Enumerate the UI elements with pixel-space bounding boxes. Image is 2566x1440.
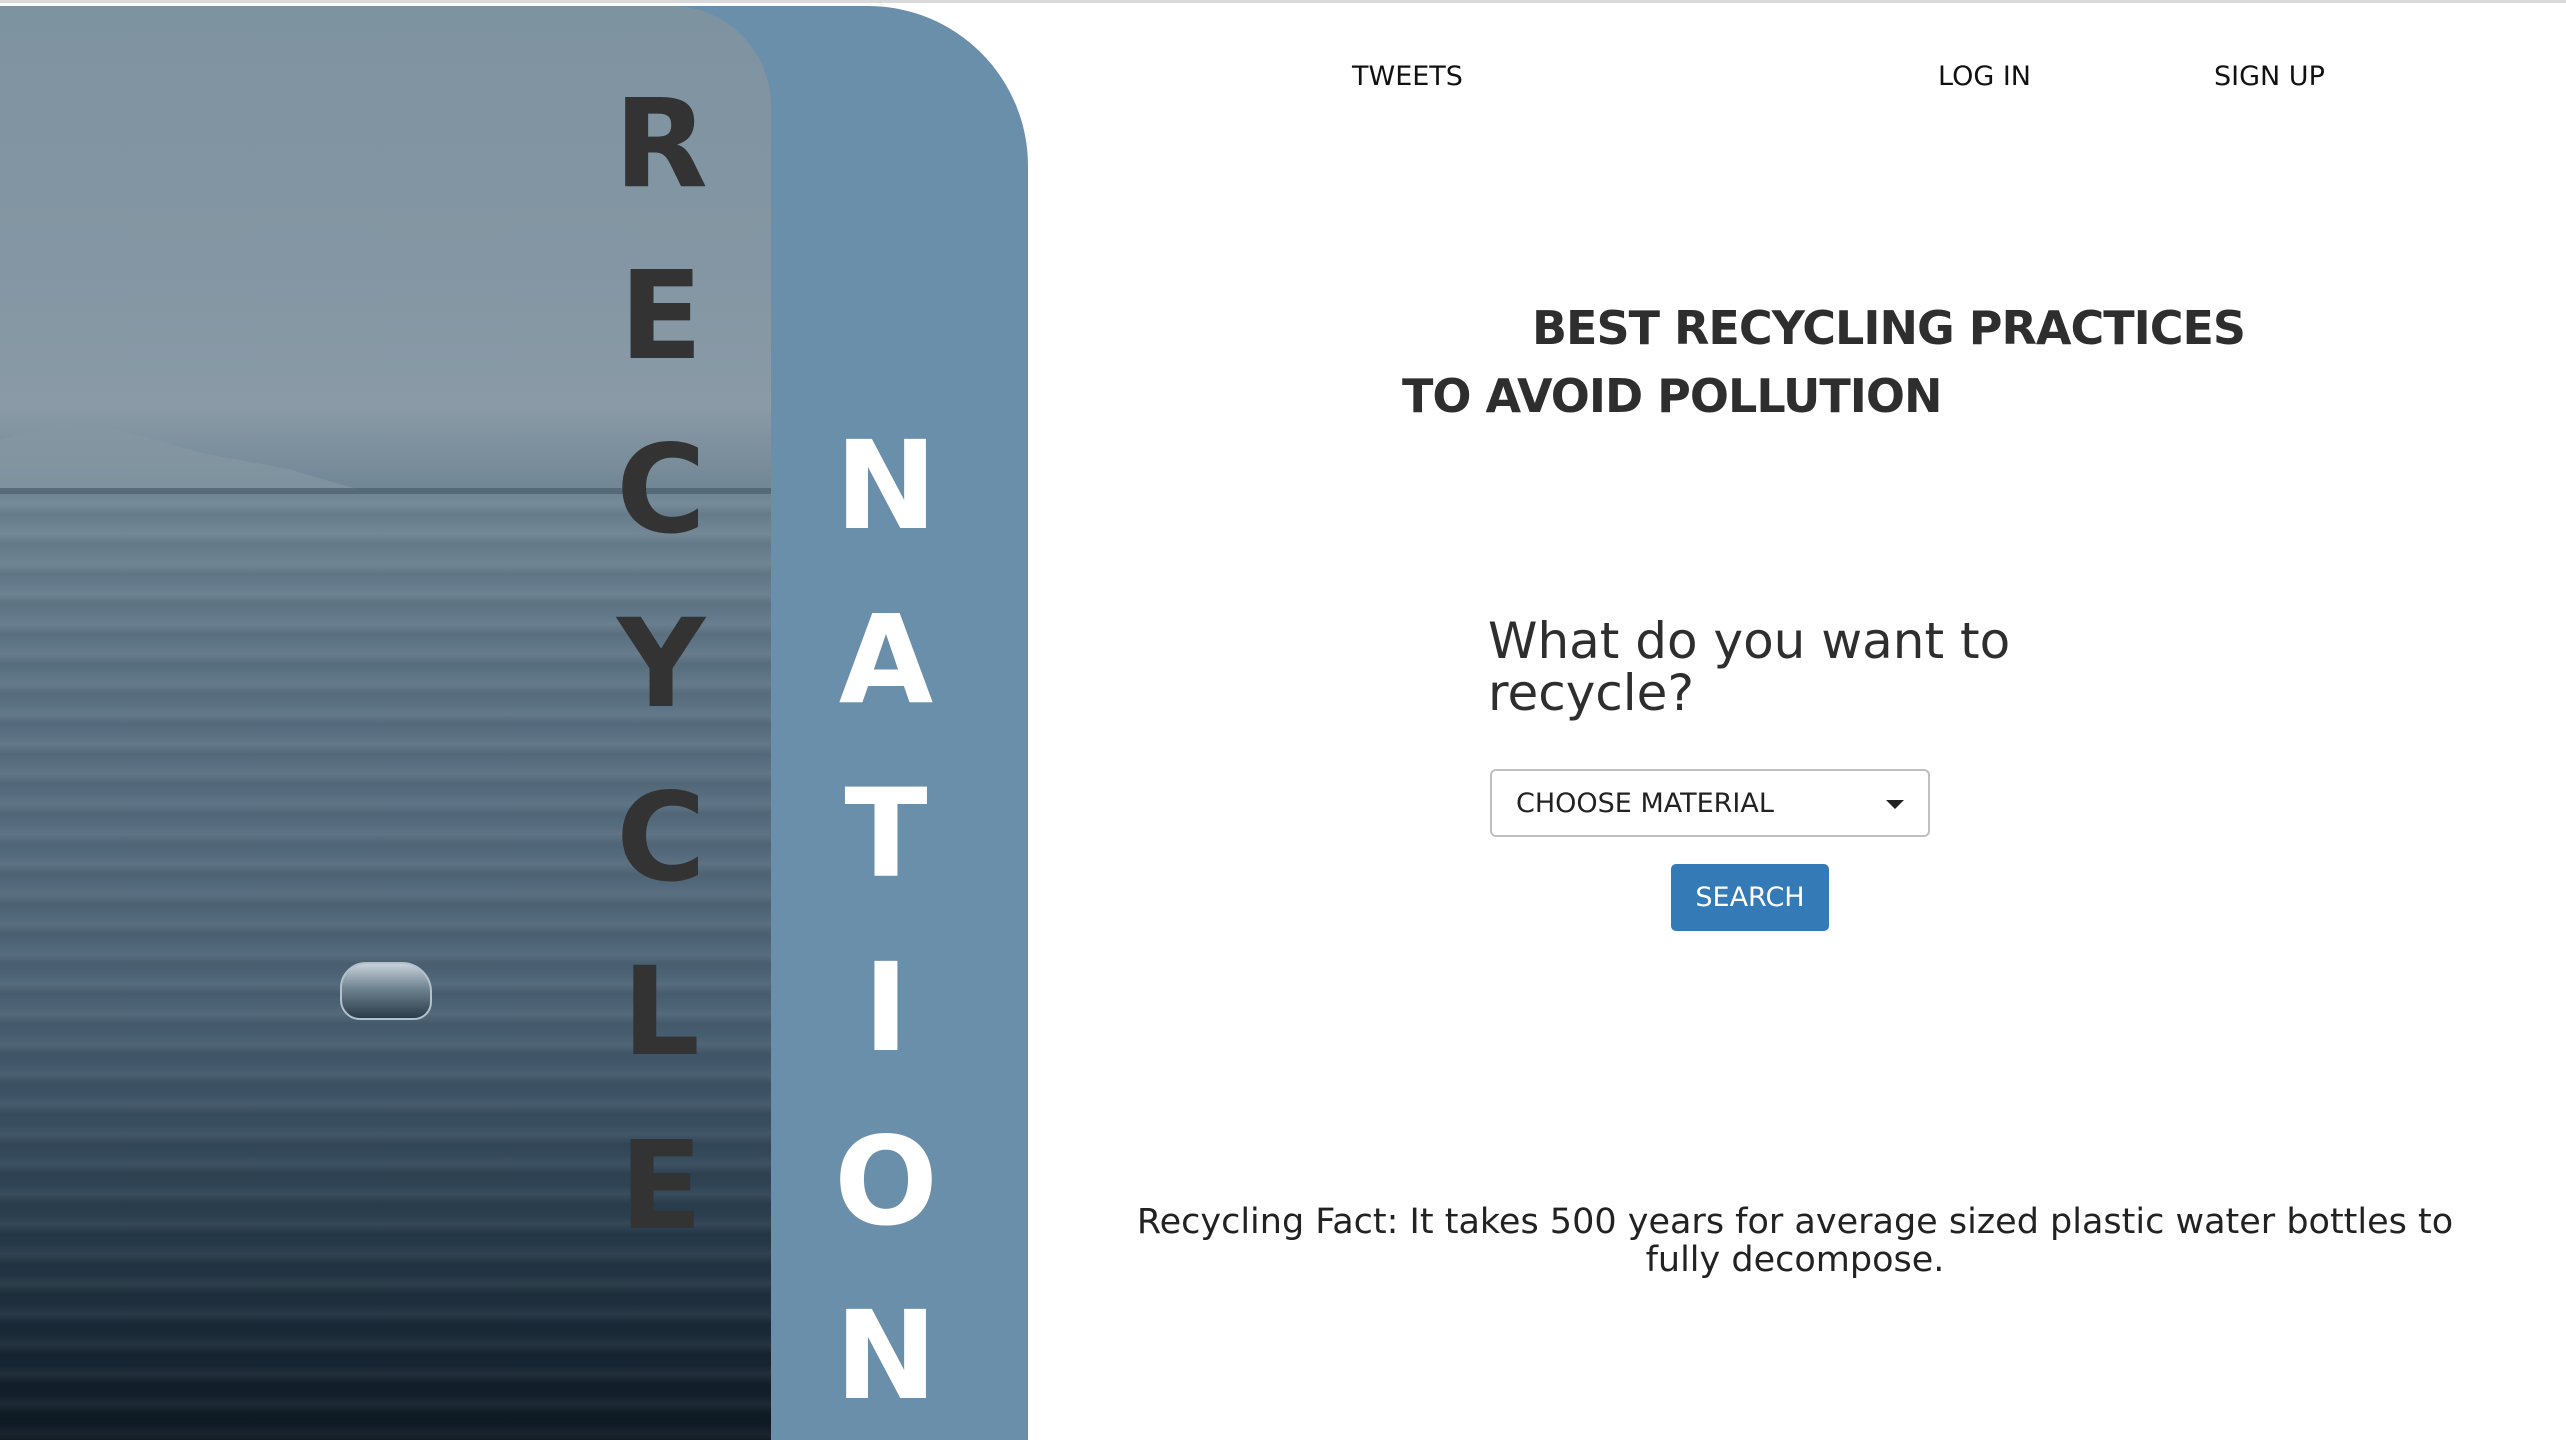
brand-letter: R — [614, 73, 708, 215]
brand-letter: T — [844, 763, 928, 905]
material-select[interactable]: CHOOSE MATERIAL — [1490, 769, 1930, 837]
brand-letter: I — [863, 937, 909, 1079]
brand-letter: E — [619, 1115, 703, 1257]
recycling-fact: Recycling Fact: It takes 500 years for a… — [1136, 1202, 2454, 1280]
floating-plastic-bottle — [340, 962, 432, 1020]
caret-down-icon — [1886, 800, 1904, 809]
brand-letter: C — [616, 419, 706, 561]
brand-letter: C — [616, 767, 706, 909]
recycle-question: What do you want to recycle? — [1488, 612, 2011, 722]
page: R E C Y C L E N A T I O N TWEETS LOG IN … — [0, 0, 2566, 1440]
search-button[interactable]: SEARCH — [1671, 864, 1829, 931]
brand-letter: O — [834, 1111, 938, 1253]
distant-hills — [0, 422, 360, 490]
nav-link-login[interactable]: LOG IN — [1938, 61, 2031, 92]
material-select-value: CHOOSE MATERIAL — [1516, 787, 1774, 819]
headline-line-1: BEST RECYCLING PRACTICES — [1532, 301, 2246, 355]
brand-letter: N — [834, 415, 938, 557]
brand-letter: L — [622, 941, 700, 1083]
brand-letter: Y — [616, 593, 706, 735]
nav-link-signup[interactable]: SIGN UP — [2214, 61, 2325, 92]
brand-letter: E — [619, 245, 703, 387]
brand-letter: N — [834, 1285, 938, 1427]
brand-letter: A — [838, 589, 934, 731]
headline-line-2: TO AVOID POLLUTION — [1402, 369, 1942, 423]
nav-link-tweets[interactable]: TWEETS — [1352, 61, 1463, 92]
